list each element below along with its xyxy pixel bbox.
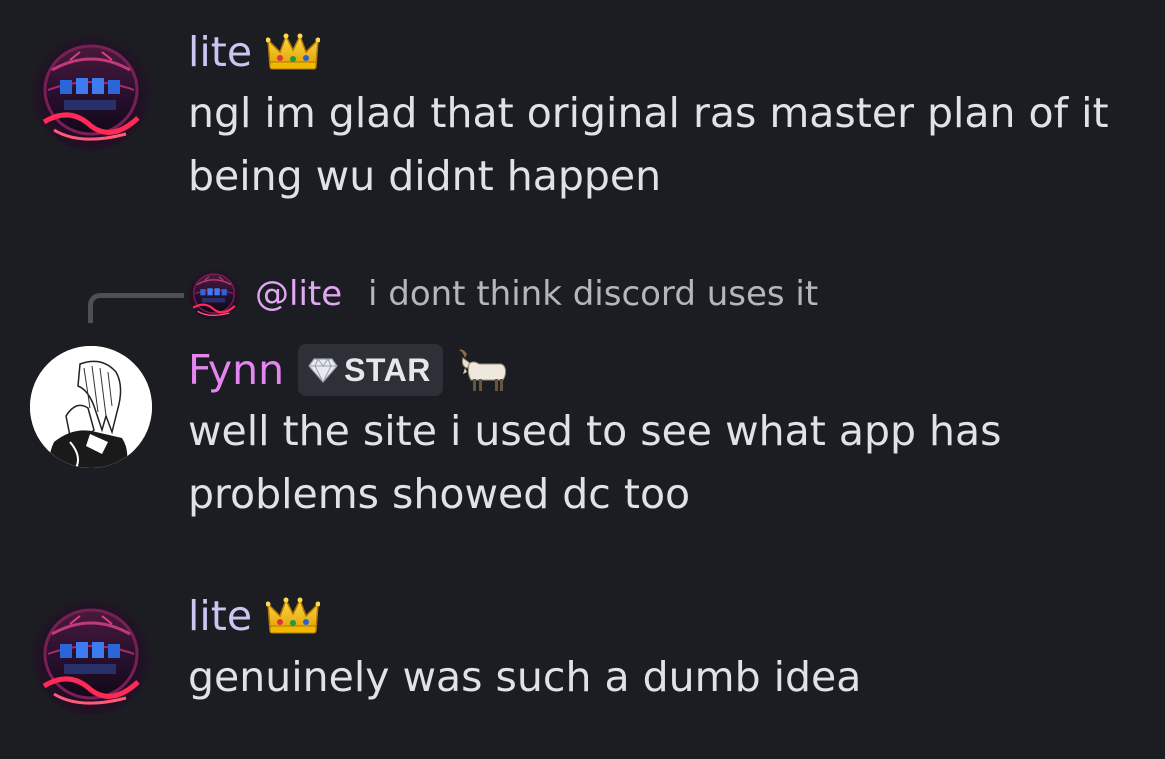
reply-reference[interactable]: @lite i dont think discord uses it [0, 265, 1165, 325]
message-line: being wu didnt happen [188, 152, 662, 200]
diamond-icon [308, 358, 338, 383]
author-name[interactable]: Fynn [188, 340, 284, 400]
orb-avatar-icon [187, 267, 241, 321]
orb-avatar-icon [30, 594, 152, 716]
reply-mention[interactable]: @lite [255, 265, 342, 323]
author-name[interactable]: lite [188, 586, 252, 646]
message-text: ngl im glad that original ras master pla… [188, 82, 1125, 208]
reply-spine [88, 293, 184, 323]
message-text: genuinely was such a dumb idea [188, 646, 1125, 709]
reply-preview-text[interactable]: i dont think discord uses it [368, 265, 818, 323]
message-line: problems showed dc too [188, 470, 691, 518]
message-line: well the site i used to see what app has [188, 407, 1002, 455]
goat-icon [458, 349, 506, 391]
badge-label: STAR [344, 351, 431, 388]
message-text: well the site i used to see what app has… [188, 400, 1125, 526]
avatar-lite[interactable] [30, 30, 152, 152]
chat-log: lite ngl im glad that original ras maste… [0, 0, 1165, 759]
reply-avatar [187, 267, 241, 321]
orb-avatar-icon [30, 30, 152, 152]
message-line: genuinely was such a dumb idea [188, 653, 862, 701]
crown-icon [266, 32, 320, 72]
avatar-fynn[interactable] [30, 346, 152, 468]
author-name[interactable]: lite [188, 22, 252, 82]
avatar-lite[interactable] [30, 594, 152, 716]
message-line: ngl im glad that original ras master pla… [188, 89, 1109, 137]
anime-portrait-icon [30, 346, 152, 468]
crown-icon [266, 596, 320, 636]
star-badge[interactable]: STAR [298, 344, 443, 396]
